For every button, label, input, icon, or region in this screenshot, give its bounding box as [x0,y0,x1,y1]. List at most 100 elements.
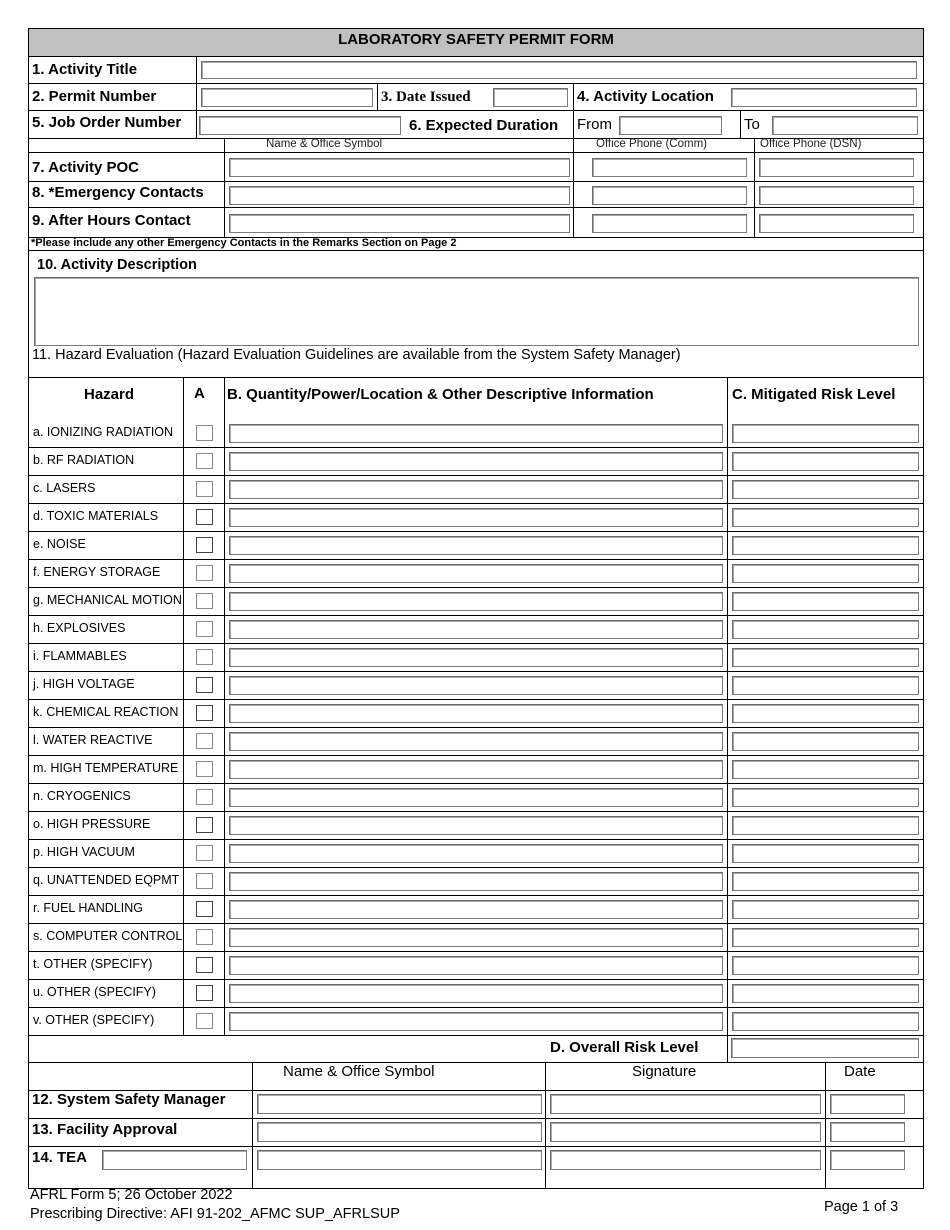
hazard-risk-input[interactable] [732,564,919,583]
hazard-applicable-checkbox[interactable] [196,705,213,721]
hazard-risk-input[interactable] [732,1012,919,1031]
hazard-info-input[interactable] [229,536,723,555]
hazard-evaluation-title: 11. Hazard Evaluation (Hazard Evaluation… [32,347,681,363]
hazard-info-input[interactable] [229,1012,723,1031]
hazard-risk-input[interactable] [732,732,919,751]
contact-name-input[interactable] [229,158,570,177]
hazard-risk-input[interactable] [732,844,919,863]
hazard-label: q. UNATTENDED EQPMT [33,873,180,887]
hazard-applicable-checkbox[interactable] [196,817,213,833]
activity-title-input[interactable] [201,61,917,79]
hazard-risk-input[interactable] [732,480,919,499]
hazard-risk-input[interactable] [732,788,919,807]
hazard-col-a-header: A [194,385,205,402]
contact-comm-input[interactable] [592,158,747,177]
approval-name-input[interactable] [257,1122,542,1142]
permit-number-input[interactable] [201,88,373,107]
hazard-info-input[interactable] [229,480,723,499]
hazard-info-input[interactable] [229,424,723,443]
approval-name-input[interactable] [257,1094,542,1114]
hazard-risk-input[interactable] [732,508,919,527]
hazard-info-input[interactable] [229,620,723,639]
hazard-risk-input[interactable] [732,424,919,443]
hazard-info-input[interactable] [229,956,723,975]
permit-number-label: 2. Permit Number [32,88,157,105]
hazard-applicable-checkbox[interactable] [196,733,213,749]
contact-comm-input[interactable] [592,214,747,233]
hazard-applicable-checkbox[interactable] [196,789,213,805]
hazard-info-input[interactable] [229,788,723,807]
hazard-info-input[interactable] [229,452,723,471]
hazard-info-input[interactable] [229,676,723,695]
hazard-applicable-checkbox[interactable] [196,957,213,973]
approval-date-input[interactable] [830,1094,905,1114]
job-order-number-input[interactable] [199,116,401,135]
hazard-applicable-checkbox[interactable] [196,901,213,917]
overall-risk-input[interactable] [731,1038,919,1058]
hazard-risk-input[interactable] [732,648,919,667]
approval-date-input[interactable] [830,1150,905,1170]
hazard-applicable-checkbox[interactable] [196,873,213,889]
hazard-info-input[interactable] [229,592,723,611]
hazard-info-input[interactable] [229,872,723,891]
hazard-applicable-checkbox[interactable] [196,593,213,609]
approval-date-input[interactable] [830,1122,905,1142]
hazard-applicable-checkbox[interactable] [196,985,213,1001]
contact-name-input[interactable] [229,214,570,233]
hazard-applicable-checkbox[interactable] [196,761,213,777]
hazard-info-input[interactable] [229,704,723,723]
approval-signature-input[interactable] [550,1150,821,1170]
hazard-applicable-checkbox[interactable] [196,537,213,553]
hazard-risk-input[interactable] [732,928,919,947]
contact-dsn-input[interactable] [759,158,914,177]
approval-signature-input[interactable] [550,1122,821,1142]
hazard-risk-input[interactable] [732,900,919,919]
duration-to-input[interactable] [772,116,918,135]
contact-comm-input[interactable] [592,186,747,205]
hazard-risk-input[interactable] [732,816,919,835]
hazard-risk-input[interactable] [732,760,919,779]
contact-dsn-input[interactable] [759,186,914,205]
hazard-label: r. FUEL HANDLING [33,901,143,915]
hazard-info-input[interactable] [229,508,723,527]
contact-name-input[interactable] [229,186,570,205]
hazard-applicable-checkbox[interactable] [196,565,213,581]
hazard-info-input[interactable] [229,732,723,751]
hazard-risk-input[interactable] [732,676,919,695]
hazard-info-input[interactable] [229,816,723,835]
activity-location-input[interactable] [731,88,917,107]
hazard-applicable-checkbox[interactable] [196,649,213,665]
hazard-info-input[interactable] [229,760,723,779]
hazard-applicable-checkbox[interactable] [196,481,213,497]
tea-input[interactable] [102,1150,247,1170]
hazard-applicable-checkbox[interactable] [196,509,213,525]
approval-name-input[interactable] [257,1150,542,1170]
hazard-applicable-checkbox[interactable] [196,1013,213,1029]
hazard-info-input[interactable] [229,928,723,947]
hazard-applicable-checkbox[interactable] [196,621,213,637]
hazard-applicable-checkbox[interactable] [196,845,213,861]
hazard-info-input[interactable] [229,900,723,919]
hazard-risk-input[interactable] [732,620,919,639]
hazard-applicable-checkbox[interactable] [196,677,213,693]
duration-from-input[interactable] [619,116,722,135]
hazard-risk-input[interactable] [732,452,919,471]
hazard-info-input[interactable] [229,564,723,583]
hazard-risk-input[interactable] [732,956,919,975]
approvals-col-name: Name & Office Symbol [283,1063,435,1080]
hazard-info-input[interactable] [229,984,723,1003]
hazard-risk-input[interactable] [732,984,919,1003]
hazard-risk-input[interactable] [732,536,919,555]
hazard-applicable-checkbox[interactable] [196,425,213,441]
hazard-info-input[interactable] [229,648,723,667]
hazard-risk-input[interactable] [732,592,919,611]
activity-description-input[interactable] [34,277,919,346]
hazard-applicable-checkbox[interactable] [196,929,213,945]
hazard-risk-input[interactable] [732,704,919,723]
hazard-info-input[interactable] [229,844,723,863]
approval-signature-input[interactable] [550,1094,821,1114]
contact-dsn-input[interactable] [759,214,914,233]
hazard-risk-input[interactable] [732,872,919,891]
hazard-applicable-checkbox[interactable] [196,453,213,469]
date-issued-input[interactable] [493,88,568,107]
